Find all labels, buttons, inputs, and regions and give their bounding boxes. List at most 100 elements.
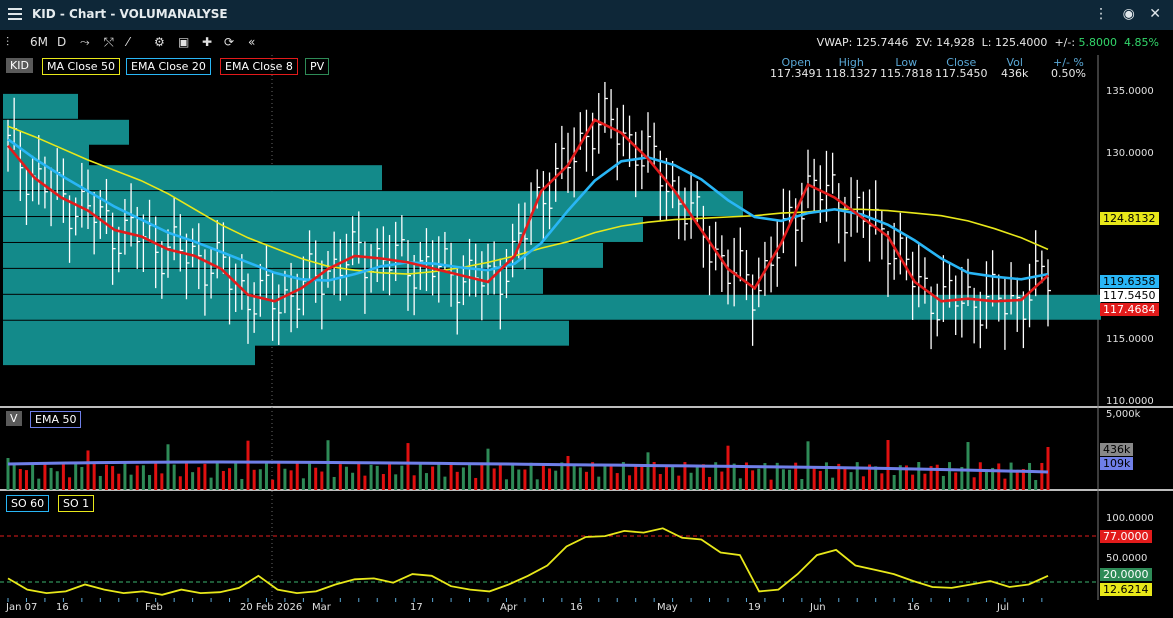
volume-bar	[234, 463, 238, 490]
ohlc-open: Open 117.3491	[770, 56, 823, 80]
volume-bar	[849, 472, 853, 490]
volume-bar	[295, 462, 299, 490]
ma50-legend[interactable]: MA Close 50	[42, 58, 120, 75]
volume-bar	[1015, 470, 1019, 490]
x-label: Mar	[312, 602, 331, 613]
volume-bar	[511, 462, 515, 490]
volume-bar	[671, 464, 675, 490]
volume-bar	[18, 468, 22, 490]
volume-bar	[215, 462, 219, 490]
price-chart[interactable]	[0, 0, 1173, 618]
volume-bar	[437, 464, 441, 490]
ohlc-close: Close 117.5450	[935, 56, 988, 80]
volume-profile-bar	[3, 191, 743, 217]
volume-bar	[129, 474, 133, 490]
volume-bar	[984, 471, 988, 490]
so-tick: 50.0000	[1106, 553, 1148, 564]
volume-bar	[246, 440, 250, 490]
x-label: Feb	[145, 602, 163, 613]
volume-bar	[917, 462, 921, 490]
volume-bar	[535, 479, 539, 490]
vol-ema-legend[interactable]: EMA 50	[30, 411, 82, 428]
volume-bar	[584, 471, 588, 490]
volume-bar	[375, 465, 379, 490]
x-label: 16	[570, 602, 583, 613]
volume-bar	[529, 462, 533, 490]
so60-legend[interactable]: SO 60	[6, 495, 50, 512]
volume-bar	[394, 474, 398, 490]
volume-bar	[178, 476, 182, 490]
volume-bar	[800, 478, 804, 490]
x-label: Jun	[810, 602, 826, 613]
volume-ema-line	[7, 460, 1049, 474]
volume-bar	[498, 463, 502, 490]
volume-bar	[363, 475, 367, 490]
volume-bar	[289, 470, 293, 490]
x-label: 19	[748, 602, 761, 613]
volume-bar	[603, 464, 607, 490]
volume-bar	[80, 466, 84, 490]
volume-bar	[978, 462, 982, 490]
volume-bar	[1040, 462, 1044, 490]
volume-bar	[664, 465, 668, 490]
volume-bar	[708, 476, 712, 490]
volume-bar	[240, 478, 244, 490]
volume-bar	[1034, 479, 1038, 490]
volume-legend[interactable]: V	[6, 411, 22, 426]
price-tick: 130.0000	[1106, 148, 1154, 159]
pv-legend[interactable]: PV	[305, 58, 330, 75]
volume-bar	[86, 450, 90, 490]
volume-bar	[412, 475, 416, 490]
volume-bar	[578, 467, 582, 490]
close-price-tag: 117.5450	[1100, 289, 1159, 302]
volume-bar	[941, 475, 945, 490]
volume-bar	[560, 462, 564, 490]
volume-bar	[141, 465, 145, 490]
volume-bar	[252, 469, 256, 490]
x-label: May	[657, 602, 678, 613]
ema8-legend[interactable]: EMA Close 8	[220, 58, 298, 75]
volume-bar	[492, 468, 496, 490]
x-label: Jul	[997, 602, 1010, 613]
volume-bar	[431, 466, 435, 490]
volume-bar	[283, 468, 287, 490]
volume-bar	[160, 473, 164, 490]
volume-bar	[948, 462, 952, 490]
volume-bar	[258, 469, 262, 490]
volume-bar	[197, 467, 201, 490]
volume-bar	[757, 468, 761, 490]
volume-bar	[738, 478, 742, 490]
so1-legend[interactable]: SO 1	[58, 495, 95, 512]
ema20-legend[interactable]: EMA Close 20	[126, 58, 211, 75]
ma50-price-tag: 124.8132	[1100, 212, 1159, 225]
volume-bar	[31, 462, 35, 490]
so-value-tag: 12.6214	[1100, 583, 1152, 596]
volume-bar	[855, 462, 859, 490]
volume-bar	[277, 463, 281, 490]
x-label: 20 Feb 2026	[240, 602, 303, 613]
volume-bar	[788, 469, 792, 490]
volume-bar	[751, 470, 755, 490]
volume-bar	[381, 474, 385, 490]
volume-bar	[184, 462, 188, 490]
volume-bar	[98, 475, 102, 490]
volume-bar	[769, 479, 773, 490]
volume-bar	[455, 471, 459, 490]
volume-bar	[166, 444, 170, 490]
price-tick: 135.0000	[1106, 86, 1154, 97]
x-label: 16	[56, 602, 69, 613]
symbol-legend[interactable]: KID	[6, 58, 33, 73]
volume-bar	[191, 472, 195, 490]
volume-bar	[1009, 462, 1013, 490]
volume-bar	[566, 455, 570, 490]
volume-bar	[677, 475, 681, 490]
volume-bar	[781, 469, 785, 490]
volume-bar	[344, 466, 348, 490]
volume-bar	[695, 466, 699, 490]
x-label: 17	[410, 602, 423, 613]
volume-bar	[92, 462, 96, 490]
volume-bar	[658, 474, 662, 490]
volume-bar	[886, 440, 890, 490]
volume-bar	[517, 469, 521, 490]
volume-bar	[12, 462, 16, 490]
